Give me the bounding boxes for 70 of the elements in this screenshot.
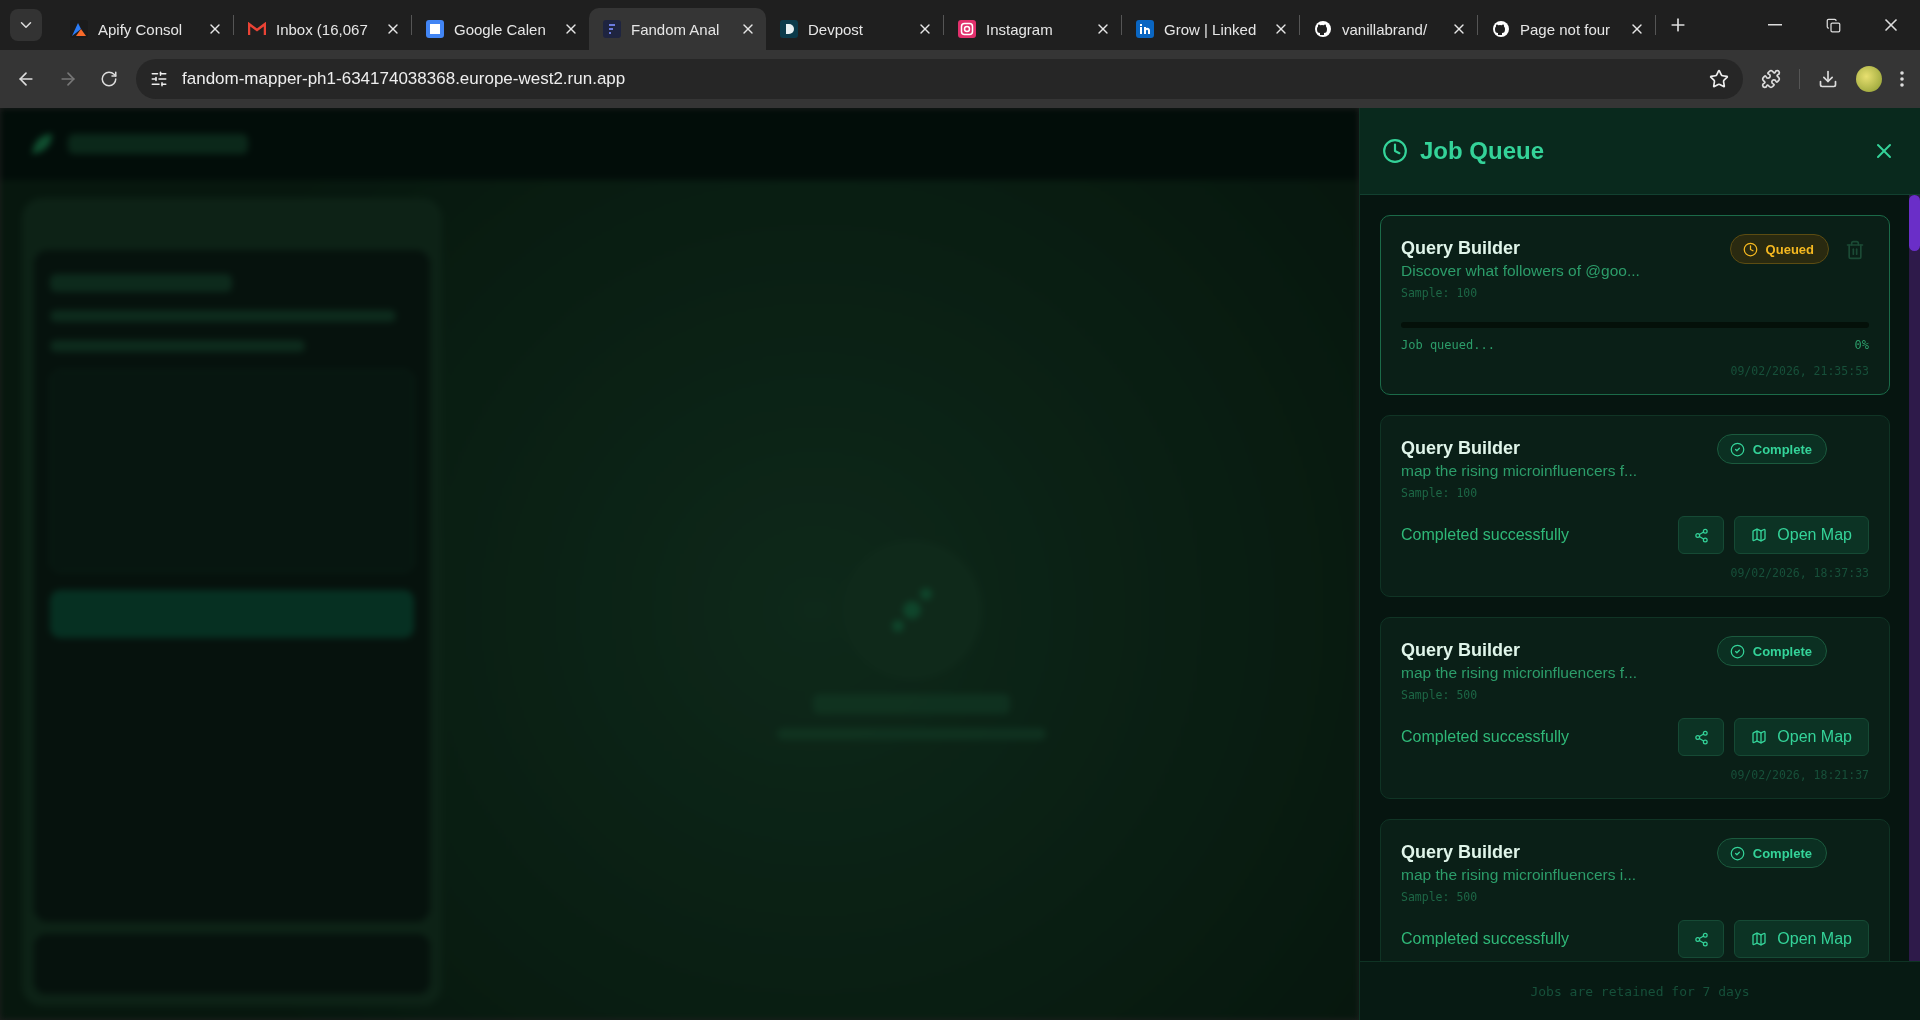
share-button[interactable] [1678,718,1725,756]
check-circle-icon [1729,845,1745,861]
browser-tab[interactable]: Google Calen [412,8,589,50]
job-description: Discover what followers of @goo... [1401,262,1641,280]
browser-tab[interactable]: Inbox (16,067 [234,8,411,50]
letter-logo-icon [780,20,798,38]
browser-tab[interactable]: Instagram [944,8,1121,50]
browser-tab[interactable]: Grow | Linked [1122,8,1299,50]
menu-icon [1900,71,1904,87]
calendar-logo-icon [426,20,444,38]
sample-size: Sample: 100 [1401,286,1479,300]
share-button[interactable] [1678,920,1725,958]
tab-search-button[interactable] [10,9,42,41]
job-title: Query Builder [1401,640,1522,661]
trash-icon [1845,240,1865,260]
site-settings-icon[interactable] [150,70,168,88]
app-logo-icon [603,20,621,38]
scrollbar-thumb[interactable] [1909,195,1920,251]
sample-size: Sample: 500 [1401,688,1479,702]
clock-icon [1382,138,1408,164]
check-circle-icon [1729,643,1745,659]
puzzle-icon [1761,69,1781,89]
status-message: Completed successfully [1401,728,1571,746]
share-button[interactable] [1678,516,1725,554]
status-badge: Complete [1716,838,1827,868]
download-icon [1818,69,1838,89]
map-icon [1751,931,1768,947]
progress-percent: 0% [1854,338,1869,352]
check-circle-icon [1729,441,1745,457]
cat-logo-icon [1314,20,1332,38]
browser-tab[interactable]: Fandom Anal [589,8,766,50]
address-bar[interactable]: fandom-mapper-ph1-634174038368.europe-west2.run.app [136,59,1743,99]
sample-size: Sample: 500 [1401,890,1479,904]
job-description: map the rising microinfluencers f... [1401,462,1639,480]
minimize-icon [1768,24,1782,26]
status-message: Completed successfully [1401,526,1571,544]
browser-tab[interactable]: Page not four [1478,8,1655,50]
status-badge: Queued [1729,234,1829,264]
status-message: Completed successfully [1401,930,1571,948]
job-title: Query Builder [1401,438,1522,459]
job-title: Query Builder [1401,842,1522,863]
reload-icon [100,70,118,88]
job-description: map the rising microinfluencers i... [1401,866,1638,884]
cat-logo-icon [1492,20,1510,38]
panel-title: Job Queue [1420,137,1546,165]
share-icon [1693,729,1709,745]
mail-logo-icon [248,20,266,38]
bookmark-star-icon[interactable] [1709,69,1729,89]
share-icon [1693,931,1709,947]
status-badge: Complete [1716,636,1827,666]
sample-size: Sample: 100 [1401,486,1479,500]
open-map-button[interactable]: Open Map [1734,920,1869,958]
map-icon [1751,527,1768,543]
browser-tab[interactable]: Devpost [766,8,943,50]
map-icon [1751,729,1768,745]
linkedin-logo-icon [1136,20,1154,38]
profile-avatar[interactable] [1856,66,1882,92]
share-icon [1693,527,1709,543]
progress-label: Job queued... [1401,338,1495,352]
browser-tab[interactable]: vanillabrand/ [1300,8,1477,50]
job-title: Query Builder [1401,238,1522,259]
job-description: map the rising microinfluencers f... [1401,664,1639,682]
open-map-button[interactable]: Open Map [1734,718,1869,756]
clock-icon [1742,241,1758,257]
open-map-button[interactable]: Open Map [1734,516,1869,554]
restore-icon [1825,17,1841,33]
triangle-logo-icon [70,20,88,38]
browser-tab[interactable]: Apify Consol [56,8,233,50]
camera-logo-icon [958,20,976,38]
status-badge: Complete [1716,434,1827,464]
